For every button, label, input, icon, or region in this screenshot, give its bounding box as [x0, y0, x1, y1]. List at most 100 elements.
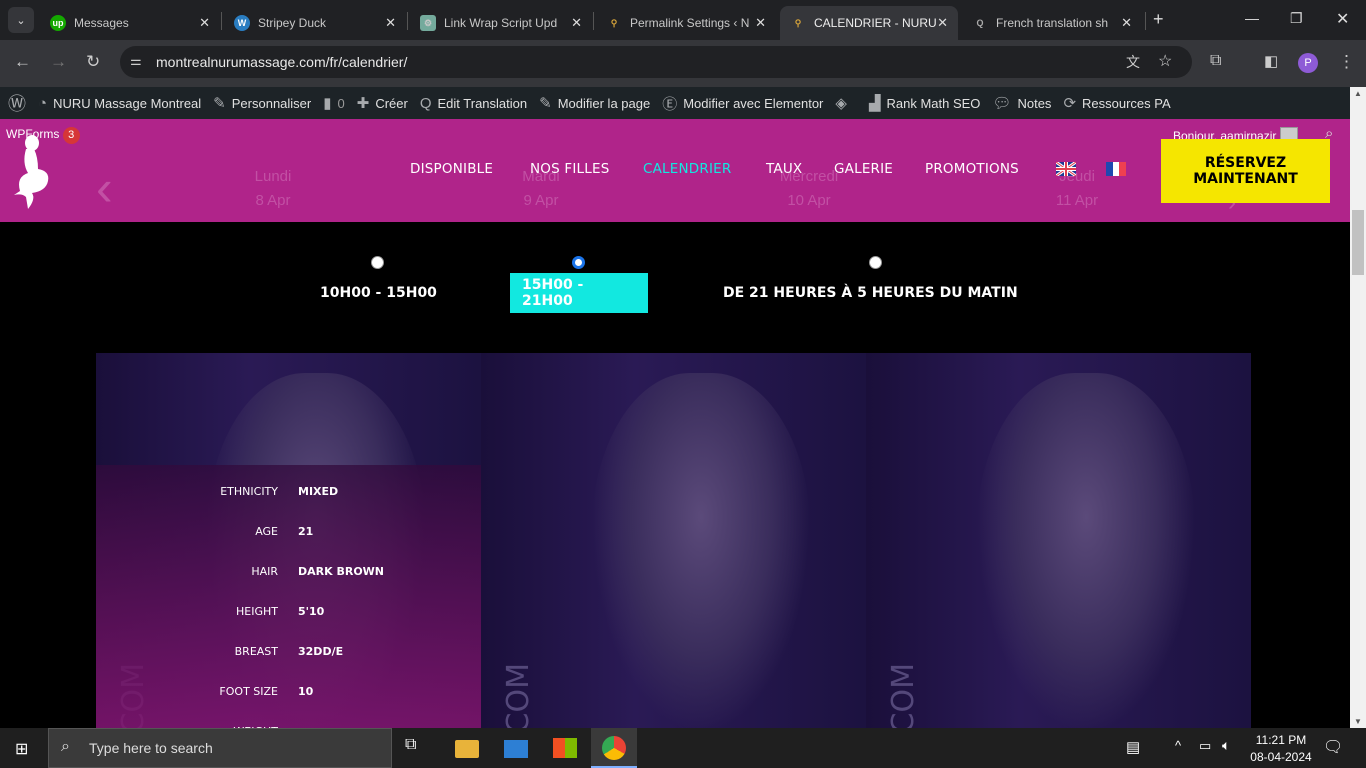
- profile-card[interactable]: COM: [866, 353, 1251, 728]
- reserve-now-button[interactable]: RÉSERVEZ MAINTENANT: [1161, 139, 1330, 203]
- day-date: 11 Apr: [1055, 192, 1099, 209]
- day-date: 8 Apr: [255, 192, 291, 209]
- notes-link[interactable]: 💬︎ Notes: [992, 94, 1051, 112]
- bookmark-star-icon[interactable]: ☆: [1158, 51, 1172, 71]
- count: 0: [337, 95, 345, 111]
- mermaid-logo[interactable]: [8, 133, 58, 211]
- nav-nos-filles[interactable]: NOS FILLES: [530, 161, 609, 177]
- tab-messages[interactable]: up Messages ✕: [40, 6, 220, 40]
- label: Rank Math SEO: [886, 95, 981, 111]
- dashboard-icon: ◔: [38, 94, 48, 112]
- show-hidden-icons[interactable]: ^: [1175, 738, 1181, 753]
- detail-label: ETHNICITY: [220, 485, 278, 498]
- time-slot-afternoon[interactable]: 15H00 - 21H00: [510, 273, 648, 313]
- reload-icon[interactable]: ↻: [86, 52, 100, 72]
- search-icon: ⌕: [61, 738, 70, 755]
- label: Personnaliser: [231, 95, 312, 111]
- day-lundi[interactable]: Lundi 8 Apr: [223, 165, 323, 213]
- scroll-up-icon[interactable]: ▲: [1354, 89, 1362, 98]
- time-slot-morning[interactable]: 10H00 - 15H00: [308, 273, 449, 313]
- label: Ressources PA: [1082, 95, 1171, 111]
- detail-label: FOOT SIZE: [219, 685, 278, 698]
- browser-toolbar: ← → ↻ ⚌ montrealnurumassage.com/fr/calen…: [0, 40, 1366, 87]
- scrollbar-thumb[interactable]: [1352, 210, 1364, 275]
- file-explorer-icon[interactable]: [455, 740, 479, 758]
- address-bar[interactable]: ⚌ montrealnurumassage.com/fr/calendrier/…: [120, 46, 1192, 78]
- back-icon[interactable]: ←: [14, 52, 31, 72]
- site-info-icon[interactable]: ⚌: [130, 53, 142, 69]
- store-icon[interactable]: [553, 738, 577, 758]
- volume-icon[interactable]: 🔈︎: [1222, 737, 1230, 754]
- prev-arrow-icon[interactable]: ‹: [96, 159, 113, 217]
- detail-label: BREAST: [234, 645, 278, 658]
- comments-link[interactable]: ▮ 0: [323, 94, 345, 112]
- restore-button[interactable]: ❐: [1290, 10, 1303, 27]
- tab-french-translation[interactable]: Q French translation sh ✕: [962, 6, 1142, 40]
- close-icon[interactable]: ✕: [1121, 15, 1132, 31]
- time: 11:21 PM: [1255, 733, 1307, 747]
- customize-link[interactable]: ✎ Personnaliser: [213, 94, 311, 112]
- time-slot-radio-2[interactable]: [572, 256, 585, 269]
- news-icon[interactable]: ▤: [1126, 738, 1140, 756]
- nav-promotions[interactable]: PROMOTIONS: [925, 161, 1019, 177]
- page-scrollbar[interactable]: ▲ ▼: [1350, 87, 1366, 728]
- elementor-link[interactable]: Ⓔ Modifier avec Elementor: [662, 93, 823, 114]
- wp-logo[interactable]: Ⓦ: [8, 90, 26, 116]
- chrome-icon: [602, 736, 626, 760]
- tab-title: Link Wrap Script Upd: [444, 16, 558, 30]
- close-icon[interactable]: ✕: [385, 15, 396, 31]
- close-icon[interactable]: ✕: [937, 15, 948, 31]
- new-tab-button[interactable]: +: [1153, 9, 1164, 30]
- scroll-down-icon[interactable]: ▼: [1354, 717, 1362, 726]
- notifications-icon[interactable]: 🗨︎: [1323, 737, 1343, 757]
- profile-card[interactable]: COM: [481, 353, 866, 728]
- task-view-icon[interactable]: ⧉: [405, 736, 429, 760]
- minimize-button[interactable]: —: [1245, 10, 1259, 26]
- side-panel-icon[interactable]: ◧: [1264, 52, 1278, 70]
- mermaid-icon: ⚲: [610, 17, 618, 28]
- time-slot-night[interactable]: DE 21 HEURES À 5 HEURES DU MATIN: [711, 273, 1030, 313]
- tab-title: Messages: [74, 16, 129, 30]
- taskbar-search[interactable]: ⌕ Type here to search: [48, 728, 392, 768]
- menu-icon[interactable]: ⋮: [1338, 52, 1355, 72]
- battery-icon[interactable]: ▭: [1199, 738, 1211, 754]
- loco-icon: Q: [419, 94, 432, 112]
- day-date: 10 Apr: [787, 192, 831, 209]
- wp-admin-bar: Ⓦ ◔ NURU Massage Montreal ✎ Personnaliser …: [0, 87, 1350, 119]
- tab-link-wrap[interactable]: ⚙ Link Wrap Script Upd ✕: [410, 6, 592, 40]
- plus-icon: ✚: [356, 95, 370, 112]
- tab-search-button[interactable]: ⌄: [8, 7, 34, 33]
- french-flag-icon[interactable]: [1106, 162, 1126, 176]
- nav-taux[interactable]: TAUX: [766, 161, 802, 177]
- nav-disponible[interactable]: DISPONIBLE: [410, 161, 493, 177]
- nav-galerie[interactable]: GALERIE: [834, 161, 893, 177]
- time-slot-radio-1[interactable]: [371, 256, 384, 269]
- profile-avatar[interactable]: P: [1298, 53, 1318, 73]
- forward-icon[interactable]: →: [50, 52, 67, 72]
- rank-math-link[interactable]: ▟ Rank Math SEO: [869, 94, 980, 112]
- site-name-link[interactable]: ◔ NURU Massage Montreal: [38, 95, 201, 112]
- edit-translation-link[interactable]: Q Edit Translation: [420, 95, 527, 112]
- new-content-link[interactable]: ✚ Créer: [357, 94, 408, 112]
- translate-icon[interactable]: 文: [1126, 52, 1140, 72]
- tab-calendrier[interactable]: ⚲ CALENDRIER - NURU ✕: [780, 6, 958, 40]
- close-icon[interactable]: ✕: [755, 15, 766, 31]
- clock[interactable]: 11:21 PM 08-04-2024: [1245, 732, 1317, 766]
- uk-flag-icon[interactable]: [1056, 162, 1076, 176]
- detail-value: 32DD/E: [298, 645, 344, 658]
- close-icon[interactable]: ✕: [571, 15, 582, 31]
- edit-page-link[interactable]: ✎ Modifier la page: [539, 94, 650, 112]
- close-icon[interactable]: ✕: [199, 15, 210, 31]
- diamond-plugin-link[interactable]: ◈: [835, 94, 847, 112]
- windows-start-icon[interactable]: ⊞: [15, 739, 28, 759]
- nav-calendrier[interactable]: CALENDRIER: [643, 161, 731, 177]
- extensions-icon[interactable]: ⧉: [1210, 52, 1221, 70]
- time-slot-radio-3[interactable]: [869, 256, 882, 269]
- chrome-taskbar-button[interactable]: [591, 728, 637, 768]
- resources-link[interactable]: ⟳ Ressources PA: [1063, 94, 1170, 112]
- label: NURU Massage Montreal: [53, 95, 202, 111]
- close-window-button[interactable]: ✕: [1336, 9, 1349, 29]
- tab-permalink-settings[interactable]: ⚲ Permalink Settings ‹ N ✕: [596, 6, 776, 40]
- tab-stripey-duck[interactable]: W Stripey Duck ✕: [224, 6, 406, 40]
- mail-icon[interactable]: [504, 740, 528, 758]
